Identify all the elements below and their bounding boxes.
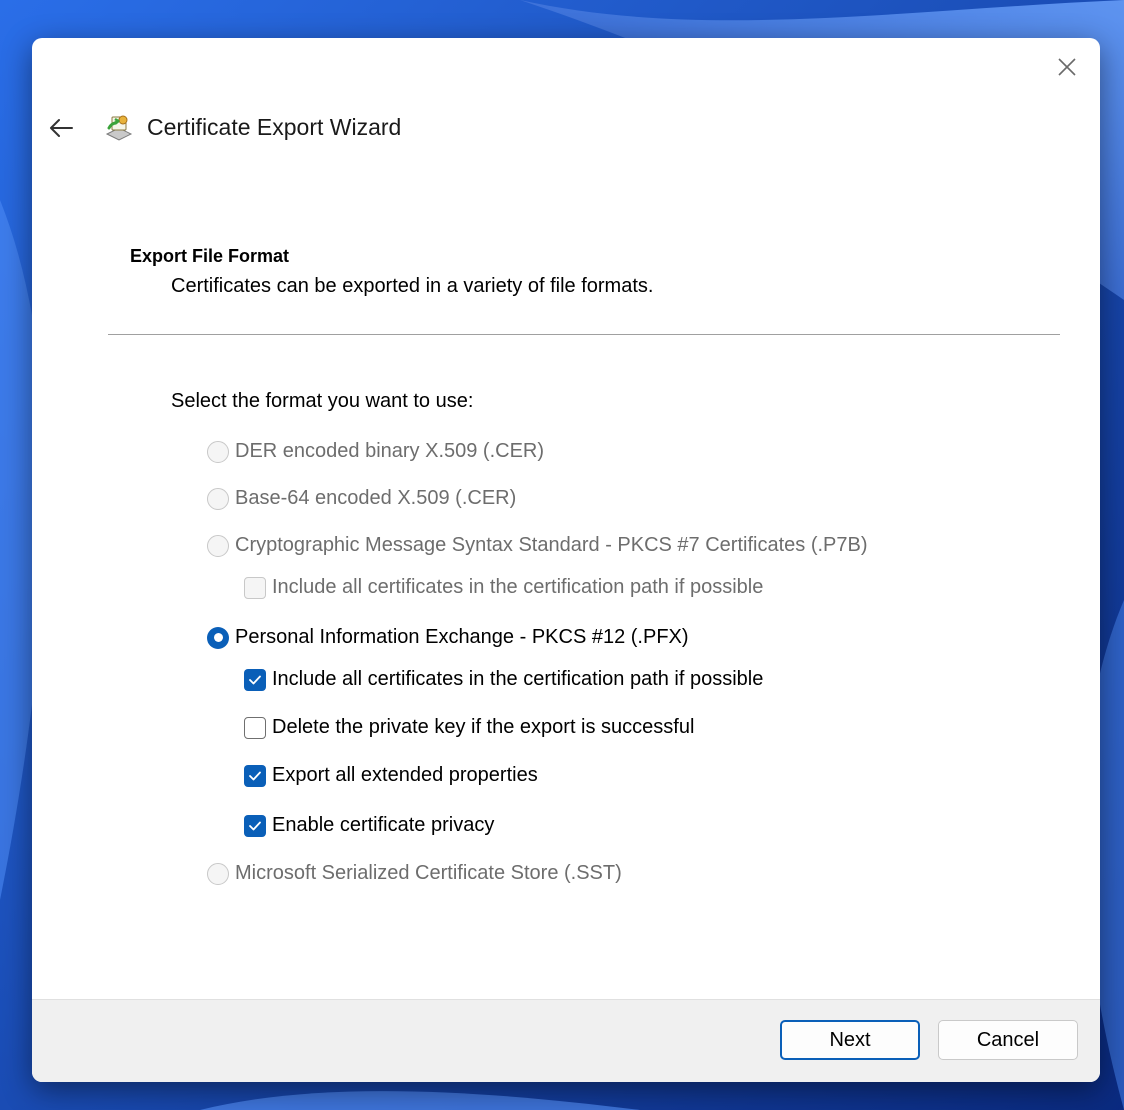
dialog-footer: Next Cancel	[32, 999, 1100, 1082]
checkbox-indicator	[244, 576, 266, 599]
checkbox-label: Include all certificates in the certific…	[272, 668, 764, 690]
header-divider	[108, 334, 1060, 335]
close-button[interactable]	[1052, 52, 1082, 82]
checkbox-pfx-include-path[interactable]: Include all certificates in the certific…	[244, 668, 763, 691]
checkmark-icon	[249, 675, 261, 684]
checkbox-indicator	[244, 668, 266, 691]
close-icon	[1058, 58, 1076, 76]
checkbox-indicator	[244, 764, 266, 787]
radio-label: Cryptographic Message Syntax Standard - …	[235, 534, 868, 556]
certificate-export-wizard-dialog: Certificate Export Wizard Export File Fo…	[32, 38, 1100, 1082]
cancel-button[interactable]: Cancel	[938, 1020, 1078, 1060]
checkmark-icon	[249, 771, 261, 780]
wizard-title: Certificate Export Wizard	[147, 114, 402, 140]
format-prompt: Select the format you want to use:	[171, 390, 474, 412]
radio-indicator	[207, 862, 229, 885]
checkbox-indicator	[244, 716, 266, 739]
radio-label: DER encoded binary X.509 (.CER)	[235, 440, 545, 462]
radio-label: Base-64 encoded X.509 (.CER)	[235, 487, 517, 509]
checkbox-label: Include all certificates in the certific…	[272, 576, 764, 598]
radio-indicator	[207, 487, 229, 510]
radio-indicator	[207, 534, 229, 557]
section-description: Certificates can be exported in a variet…	[171, 275, 654, 297]
radio-sst[interactable]: Microsoft Serialized Certificate Store (…	[207, 862, 622, 885]
radio-indicator	[207, 440, 229, 463]
checkbox-label: Enable certificate privacy	[272, 814, 495, 836]
checkbox-export-extended-properties[interactable]: Export all extended properties	[244, 764, 538, 787]
certificate-wizard-icon	[105, 115, 133, 141]
radio-label: Personal Information Exchange - PKCS #12…	[235, 626, 689, 648]
checkmark-icon	[249, 821, 261, 830]
next-button[interactable]: Next	[780, 1020, 920, 1060]
radio-label: Microsoft Serialized Certificate Store (…	[235, 862, 622, 884]
checkbox-label: Delete the private key if the export is …	[272, 716, 695, 738]
radio-der-encoded[interactable]: DER encoded binary X.509 (.CER)	[207, 440, 544, 463]
section-heading: Export File Format	[130, 246, 290, 266]
radio-base64-encoded[interactable]: Base-64 encoded X.509 (.CER)	[207, 487, 516, 510]
radio-pkcs7[interactable]: Cryptographic Message Syntax Standard - …	[207, 534, 868, 557]
radio-pfx[interactable]: Personal Information Exchange - PKCS #12…	[207, 626, 689, 649]
checkbox-delete-private-key[interactable]: Delete the private key if the export is …	[244, 716, 694, 739]
checkbox-enable-certificate-privacy[interactable]: Enable certificate privacy	[244, 814, 494, 837]
checkbox-pkcs7-include-path[interactable]: Include all certificates in the certific…	[244, 576, 763, 599]
checkbox-label: Export all extended properties	[272, 764, 538, 786]
back-button[interactable]	[46, 114, 76, 142]
checkbox-indicator	[244, 814, 266, 837]
back-arrow-icon	[50, 119, 73, 137]
radio-selected-indicator	[207, 626, 229, 649]
